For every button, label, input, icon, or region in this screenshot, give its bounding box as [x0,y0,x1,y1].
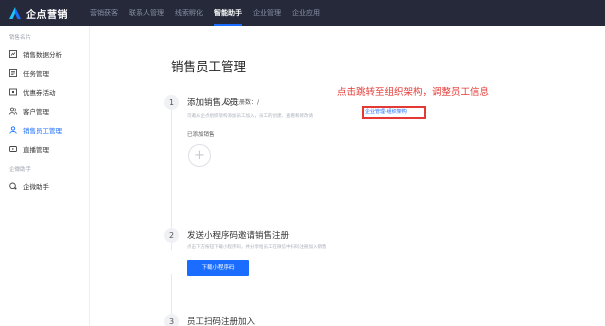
sidebar-section-title: 销售名片 [9,35,32,41]
plus-icon: + [194,148,205,163]
step-title: 员工扫码注册加入 [187,317,256,326]
registered-count: 注册数：/ [224,97,259,106]
step-connector-line [171,274,172,314]
sidebar-item-label: 客户管理 [23,107,49,116]
registered-count-label: 注册数：/ [233,99,260,106]
clock-icon [224,98,231,105]
sidebar-item-coupon-activity[interactable]: 优惠券活动 [0,82,89,101]
org-structure-link[interactable]: 企业管理-组织架构 [365,108,407,117]
sidebar-item-sales-analytics[interactable]: 销售数据分析 [0,44,89,63]
nav-item-contacts[interactable]: 联系人管理 [129,0,164,26]
step-number: 2 [164,228,179,243]
chart-icon [9,49,17,58]
download-miniprogram-code-button[interactable]: 下载小程序码 [187,260,249,276]
logo-text: 企点营销 [26,9,68,21]
logo-mark-icon [9,7,21,19]
coupon-icon [9,88,17,95]
staff-icon [9,125,17,134]
sidebar-section-title: 企微助手 [9,167,32,173]
live-icon [9,145,17,152]
step-number: 3 [164,314,179,326]
nav-item-enterprise-apps[interactable]: 企业应用 [292,0,320,26]
sidebar-item-sales-staff-management[interactable]: 销售员工管理 [0,120,89,139]
add-sales-button[interactable]: + [188,144,211,167]
task-icon [9,68,17,77]
page-title: 销售员工管理 [171,59,247,74]
sidebar-item-label: 优惠券活动 [23,88,56,97]
step-number: 1 [164,95,179,110]
step-description: 可邀从企点组织架构添加员工加入，员工的创建、查看和修改请 [187,114,313,119]
sidebar-item-label: 直播管理 [23,145,49,154]
sidebar-item-label: 任务管理 [23,69,49,78]
wecom-icon [9,182,17,189]
nav-item-leads[interactable]: 线索孵化 [175,0,203,26]
added-sales-label: 已添加销售 [187,132,215,138]
annotation-text: 点击跳转至组织架构，调整员工信息 [337,87,490,98]
sidebar-item-live-management[interactable]: 直播管理 [0,139,89,158]
sidebar: 销售名片 销售数据分析 任务管理 优惠券活动 客户管理 销售员工管理 直播管理 … [0,26,90,326]
sidebar-item-label: 企微助手 [23,182,49,191]
nav-item-smart-assistant[interactable]: 智能助手 [214,0,242,26]
nav-item-enterprise-management[interactable]: 企业管理 [253,0,281,26]
main-content: 销售员工管理 1 添加销售人员 注册数：/ 可邀从企点组织架构添加员工加入，员工… [90,26,605,326]
customer-icon [9,107,17,115]
step-title: 发送小程序码邀请销售注册 [187,231,290,241]
nav-item-acquisition[interactable]: 营销获客 [90,0,118,26]
sidebar-item-customer-management[interactable]: 客户管理 [0,101,89,120]
main-nav: 营销获客 联系人管理 线索孵化 智能助手 企业管理 企业应用 [90,0,331,26]
app-logo[interactable]: 企点营销 [8,6,90,21]
top-navigation-bar: 企点营销 营销获客 联系人管理 线索孵化 智能助手 企业管理 企业应用 [0,0,605,26]
sidebar-item-label: 销售数据分析 [23,50,62,59]
sidebar-item-label: 销售员工管理 [23,126,62,135]
sidebar-item-task-management[interactable]: 任务管理 [0,63,89,82]
step-description: 点击下方按钮下载小程序码，并分享给员工在微信中扫码注册加入销售 [187,245,327,250]
sidebar-item-wecom-assistant[interactable]: 企微助手 [0,176,89,195]
